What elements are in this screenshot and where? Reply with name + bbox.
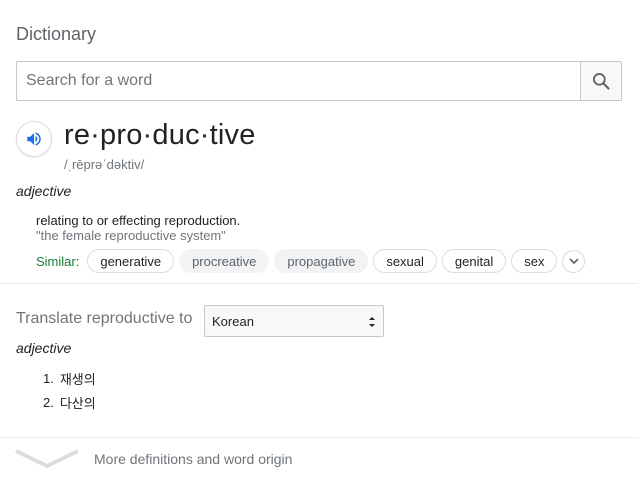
similar-words-row: Similar: generative procreative propagat…: [36, 249, 586, 273]
similar-chip-propagative[interactable]: propagative: [274, 249, 369, 273]
footer-divider: [0, 437, 638, 438]
more-definitions-label: More definitions and word origin: [94, 451, 293, 467]
headword: re·pro·duc·tive: [64, 119, 256, 151]
expand-similar-button[interactable]: [562, 249, 586, 273]
search-icon: [593, 73, 610, 90]
definition-text: relating to or effecting reproduction.: [36, 213, 241, 228]
language-select-value: Korean: [212, 313, 254, 329]
similar-chip-generative[interactable]: generative: [87, 249, 175, 273]
translation-item: 1. 재생의: [43, 366, 96, 390]
similar-chip-sexual[interactable]: sexual: [373, 249, 437, 273]
similar-chip-genital[interactable]: genital: [441, 249, 507, 273]
speaker-icon: [27, 132, 41, 146]
translate-label: Translate reproductive to: [16, 310, 193, 327]
translation-list: 1. 재생의 2. 다산의: [43, 366, 96, 414]
translation-number: 2.: [43, 394, 54, 410]
select-arrows-icon: [369, 317, 375, 327]
translation-text: 재생의: [59, 371, 96, 387]
similar-chip-procreative[interactable]: procreative: [179, 249, 270, 273]
phonetic-transcription: /ˌrēprəˈdəktiv/: [64, 157, 145, 172]
search-box: [16, 61, 622, 101]
chevron-down-icon: [569, 258, 579, 264]
expand-chevron-icon: [15, 449, 79, 468]
translation-number: 1.: [43, 370, 54, 386]
search-input[interactable]: [17, 62, 580, 100]
similar-label: Similar:: [36, 253, 80, 269]
pronunciation-button[interactable]: [16, 121, 52, 157]
translation-text: 다산의: [59, 395, 96, 411]
similar-chip-sex[interactable]: sex: [511, 249, 558, 273]
translation-item: 2. 다산의: [43, 390, 96, 414]
dictionary-title: Dictionary: [16, 24, 97, 44]
search-button[interactable]: [580, 62, 621, 100]
part-of-speech: adjective: [16, 183, 72, 199]
section-divider: [0, 283, 638, 284]
language-select[interactable]: Korean: [204, 305, 384, 337]
definition-example: "the female reproductive system": [36, 228, 226, 243]
translation-part-of-speech: adjective: [16, 340, 72, 356]
more-definitions-link[interactable]: More definitions and word origin: [0, 440, 638, 478]
